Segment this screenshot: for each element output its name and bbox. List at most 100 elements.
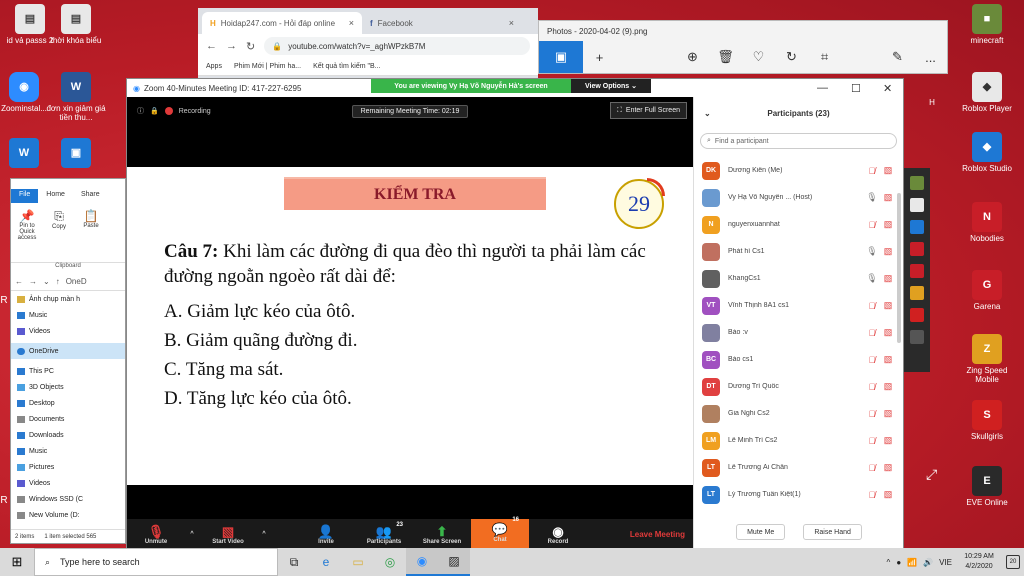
desktop-icon-minecraft[interactable]: ■ minecraft xyxy=(957,4,1017,45)
paste-button[interactable]: 📋 Paste xyxy=(79,209,103,256)
tree-item[interactable]: Ảnh chụp màn h xyxy=(11,291,125,307)
pin-quick-access-button[interactable]: 📌 Pin to Quick access xyxy=(15,209,39,256)
invite-button[interactable]: 👤 Invite xyxy=(297,524,355,545)
crop-icon[interactable]: ⌗ xyxy=(808,49,841,65)
participant-row[interactable]: DT Dương Trí Quốc 🎙̸ ▧ xyxy=(694,373,904,400)
enter-full-screen-button[interactable]: ⛶ Enter Full Screen xyxy=(610,102,687,119)
image-icon[interactable]: ▣ xyxy=(539,41,583,73)
notification-icon[interactable]: 20 xyxy=(1006,555,1020,569)
participant-row[interactable]: VT Vĩnh Thịnh 8A1 cs1 🎙̸ ▧ xyxy=(694,292,904,319)
leave-meeting-button[interactable]: Leave Meeting xyxy=(630,530,685,539)
desktop-icon-skullgirls[interactable]: S Skullgirls xyxy=(957,400,1017,441)
unmute-button[interactable]: 🎙 Unmute xyxy=(127,524,185,545)
up-icon[interactable]: ↑ xyxy=(56,277,60,286)
desktop-icon-roblox-player[interactable]: ◆ Roblox Player xyxy=(957,72,1017,113)
zoom-taskbar-icon[interactable]: ◉ xyxy=(406,548,438,576)
more-icon[interactable]: ... xyxy=(914,50,947,65)
taskbar-search-input[interactable]: ⌕ Type here to search xyxy=(34,548,278,576)
participant-row[interactable]: BC Bảo cs1 🎙̸ ▧ xyxy=(694,346,904,373)
bookmark-phim-moi[interactable]: Phim Mới | Phim ha... xyxy=(234,63,301,70)
clock[interactable]: 10:29 AM 4/2/2020 xyxy=(958,552,1000,572)
minimize-icon[interactable]: — xyxy=(817,82,828,94)
explorer-path[interactable]: OneD xyxy=(66,277,87,286)
tab-share[interactable]: Share xyxy=(73,189,108,203)
tab-home[interactable]: Home xyxy=(38,189,73,203)
info-icon[interactable]: ⓘ xyxy=(137,106,144,116)
tree-item[interactable]: Videos xyxy=(11,475,125,491)
close-icon[interactable]: ✕ xyxy=(883,82,892,95)
edit-icon[interactable]: ✎ xyxy=(881,49,914,65)
participant-row[interactable]: LT Lý Trương Tuấn Kiệt(1) 🎙̸ ▧ xyxy=(694,481,904,507)
tree-item[interactable]: Downloads xyxy=(11,427,125,443)
network-icon[interactable]: 📶 xyxy=(907,558,917,567)
participant-row[interactable]: Phát hí Cs1 🎙 ▧ xyxy=(694,238,904,265)
bookmark-apps[interactable]: Apps xyxy=(206,63,222,70)
participant-row[interactable]: Vy Hạ Võ Nguyễn ... (Host) 🎙 ▧ xyxy=(694,184,904,211)
video-chevron-icon[interactable]: ^ xyxy=(257,531,271,537)
desktop-icon-computer[interactable]: ▣ xyxy=(46,138,106,170)
participant-row[interactable]: KhangCs1 🎙 ▧ xyxy=(694,265,904,292)
chrome-icon[interactable]: ◎ xyxy=(374,548,406,576)
tree-item[interactable]: Documents xyxy=(11,411,125,427)
reload-icon[interactable]: ↻ xyxy=(246,40,255,53)
lock-icon[interactable]: 🔒 xyxy=(150,107,159,115)
browser-tab-facebook[interactable]: f Facebook × xyxy=(362,12,522,34)
desktop-icon-roblox-studio[interactable]: ◆ Roblox Studio xyxy=(957,132,1017,173)
forward-icon[interactable]: → xyxy=(226,40,237,52)
participant-row[interactable]: LT Lê Trương Ái Chân 🎙̸ ▧ xyxy=(694,454,904,481)
record-button[interactable]: ◉ Record xyxy=(529,524,587,545)
zoom-in-icon[interactable]: ⊕ xyxy=(676,49,709,65)
close-icon[interactable]: × xyxy=(509,18,514,28)
volume-icon[interactable]: 🔊 xyxy=(923,558,933,567)
close-icon[interactable]: × xyxy=(349,18,354,28)
chevron-up-icon[interactable]: ^ xyxy=(887,558,891,567)
view-options-button[interactable]: View Options ⌄ xyxy=(571,79,651,93)
file-explorer-icon[interactable]: ▭ xyxy=(342,548,374,576)
participant-row[interactable]: Gia Nghi Cs2 🎙̸ ▧ xyxy=(694,400,904,427)
share-screen-button[interactable]: ⬆ Share Screen xyxy=(413,524,471,545)
desktop-icon-zing-speed[interactable]: Z Zing Speed Mobile xyxy=(957,334,1017,384)
back-icon[interactable]: ← xyxy=(206,40,217,52)
desktop-icon-eve-online[interactable]: E EVE Online xyxy=(957,466,1017,507)
copy-button[interactable]: ⎘ Copy xyxy=(47,209,71,256)
maximize-icon[interactable]: ☐ xyxy=(851,82,861,95)
task-view-icon[interactable]: ⧉ xyxy=(278,548,310,576)
participant-row[interactable]: Bảo :v 🎙̸ ▧ xyxy=(694,319,904,346)
participant-row[interactable]: Nnguyenxuannhat 🎙̸ ▧ xyxy=(694,211,904,238)
tree-item[interactable]: Windows SSD (C xyxy=(11,491,125,507)
bookmark-ket-qua[interactable]: Kết quả tìm kiếm "B... xyxy=(313,63,380,70)
desktop-icon-don-xin[interactable]: W đơn xin giảm giá tiền thu... xyxy=(46,72,106,122)
desktop-icon-thoi-khoa-bieu[interactable]: ▤ thời khóa biểu xyxy=(46,4,106,45)
browser-tab-hoidap[interactable]: H Hoidap247.com - Hỏi đáp online × xyxy=(202,12,362,34)
raise-hand-button[interactable]: Raise Hand xyxy=(803,524,862,540)
add-icon[interactable]: + xyxy=(583,50,616,65)
rotate-icon[interactable]: ↻ xyxy=(775,49,808,65)
forward-icon[interactable]: → xyxy=(29,277,37,286)
audio-chevron-icon[interactable]: ^ xyxy=(185,531,199,537)
expand-icon[interactable]: ⤢ xyxy=(926,466,937,483)
tree-item[interactable]: Music xyxy=(11,443,125,459)
language-indicator[interactable]: VIE xyxy=(939,558,952,567)
tree-item[interactable]: New Volume (D: xyxy=(11,507,125,523)
photos-taskbar-icon[interactable]: ▨ xyxy=(438,548,470,576)
heart-icon[interactable]: ♡ xyxy=(742,49,775,65)
desktop-icon-nobodies[interactable]: N Nobodies xyxy=(957,202,1017,243)
tray-app-icon[interactable]: ● xyxy=(896,558,901,567)
back-icon[interactable]: ← xyxy=(15,277,23,286)
tree-item[interactable]: Videos xyxy=(11,323,125,339)
address-bar[interactable]: 🔒 youtube.com/watch?v=_aghWPzkB7M xyxy=(264,37,530,55)
tree-item[interactable]: Desktop xyxy=(11,395,125,411)
desktop-icon-garena[interactable]: G Garena xyxy=(957,270,1017,311)
edge-icon[interactable]: e xyxy=(310,548,342,576)
tree-item[interactable]: Pictures xyxy=(11,459,125,475)
start-video-button[interactable]: ▧ Start Video xyxy=(199,524,257,545)
tree-item[interactable]: 3D Objects xyxy=(11,379,125,395)
tree-item[interactable]: Music xyxy=(11,307,125,323)
participant-search-input[interactable]: ⌕ Find a participant xyxy=(700,133,897,149)
mute-me-button[interactable]: Mute Me xyxy=(736,524,786,540)
chevron-down-icon[interactable]: ⌄ xyxy=(43,277,50,286)
delete-icon[interactable]: 🗑 xyxy=(709,49,742,65)
tab-file[interactable]: File xyxy=(11,189,39,203)
tree-item[interactable]: This PC xyxy=(11,363,125,379)
participants-button[interactable]: 👥 23 Participants xyxy=(355,522,413,545)
